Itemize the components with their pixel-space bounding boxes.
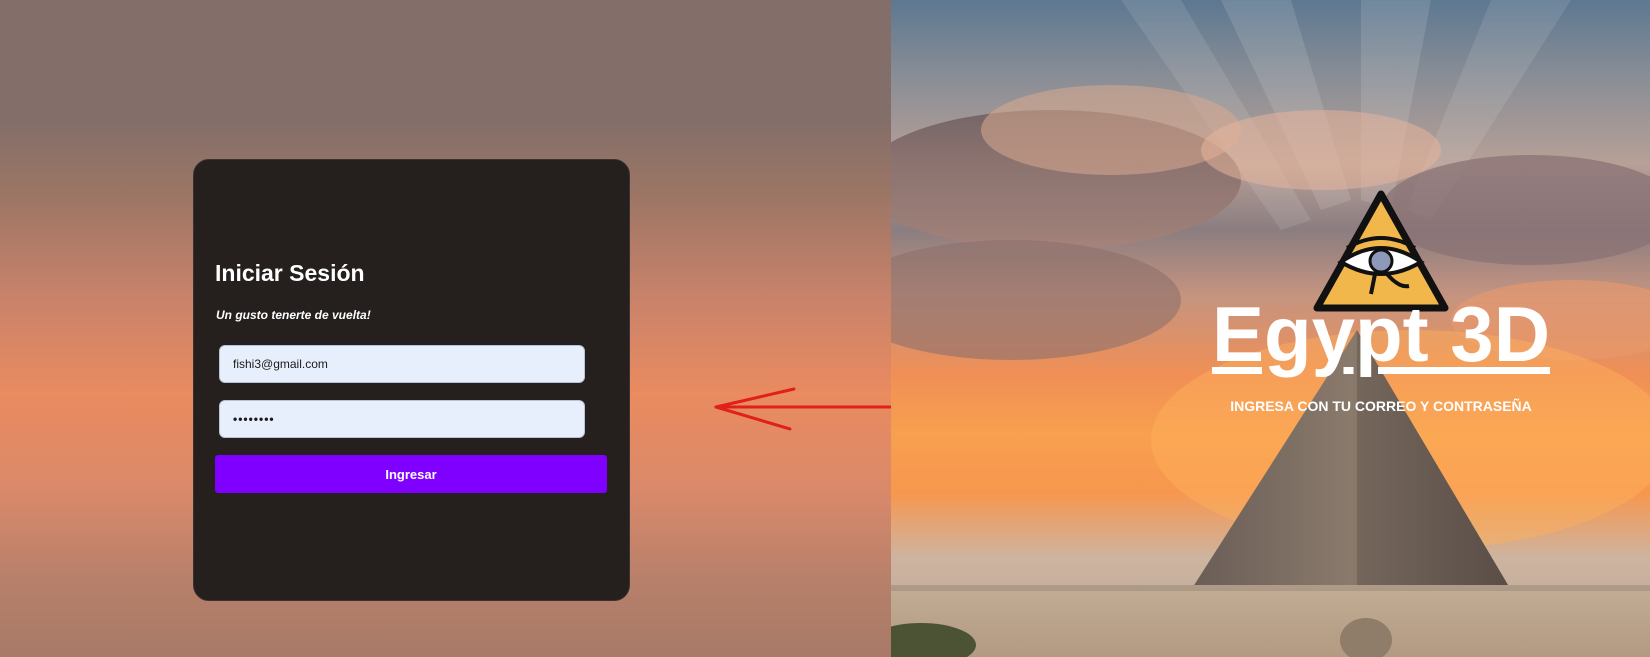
login-background-panel: Iniciar Sesión Un gusto tenerte de vuelt… <box>0 0 930 657</box>
login-card: Iniciar Sesión Un gusto tenerte de vuelt… <box>193 159 630 601</box>
brand-title: Egypt 3D <box>1211 290 1551 378</box>
login-page: Iniciar Sesión Un gusto tenerte de vuelt… <box>0 0 1650 657</box>
email-field[interactable] <box>219 345 585 383</box>
password-field[interactable] <box>219 400 585 438</box>
hero-image-panel: Egypt 3D INGRESA CON TU CORREO Y CONTRAS… <box>891 0 1650 657</box>
brand-tagline: INGRESA CON TU CORREO Y CONTRASEÑA <box>1230 398 1532 414</box>
login-submit-button[interactable]: Ingresar <box>215 455 607 493</box>
login-subtitle: Un gusto tenerte de vuelta! <box>216 308 371 322</box>
login-title: Iniciar Sesión <box>215 260 365 286</box>
